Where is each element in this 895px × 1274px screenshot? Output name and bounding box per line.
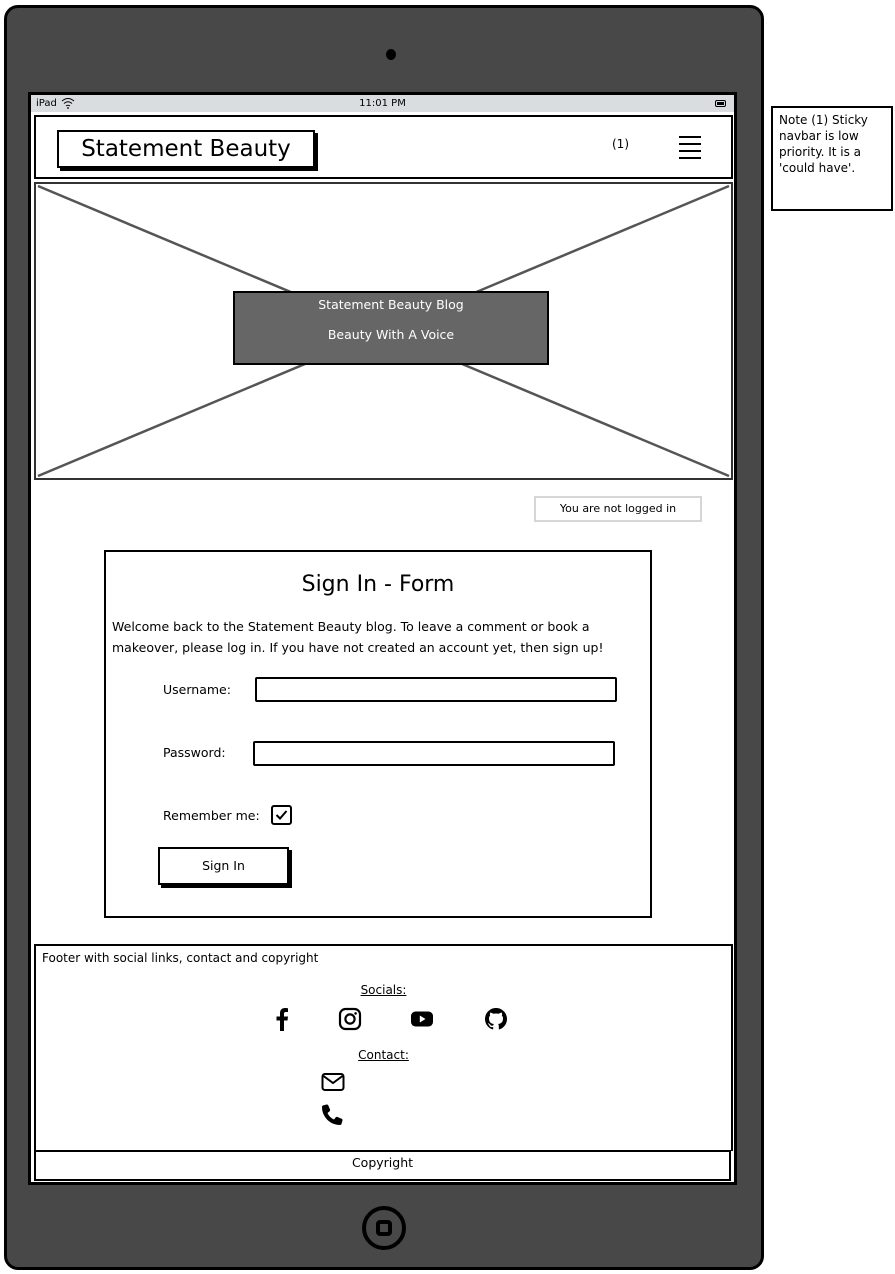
navbar: Statement Beauty (1) [34, 115, 733, 179]
username-input[interactable] [255, 677, 617, 702]
github-icon[interactable] [484, 1007, 508, 1031]
hero-image-placeholder: Statement Beauty Blog Beauty With A Voic… [34, 182, 733, 480]
login-status-badge: You are not logged in [534, 496, 702, 522]
form-title: Sign In - Form [301, 572, 455, 597]
copyright-bar: Copyright [34, 1150, 731, 1181]
note-reference: (1) [612, 137, 629, 151]
brand-logo[interactable]: Statement Beauty [57, 130, 315, 168]
hero-tagline: Beauty With A Voice [327, 327, 455, 342]
contact-heading: Contact: [358, 1048, 409, 1062]
footer: Footer with social links, contact and co… [34, 944, 733, 1151]
hero-banner: Statement Beauty Blog Beauty With A Voic… [233, 291, 549, 365]
footer-description: Footer with social links, contact and co… [42, 951, 319, 965]
password-input[interactable] [253, 741, 615, 766]
remember-me-label: Remember me: [163, 808, 260, 823]
status-time: 11:01 PM [359, 98, 406, 109]
checkmark-icon [275, 810, 288, 820]
envelope-icon[interactable] [321, 1070, 345, 1094]
socials-heading: Socials: [360, 983, 407, 997]
ipad-screen: iPad 11:01 PM Statement Beauty (1) State… [28, 92, 737, 1185]
form-intro-text: Welcome back to the Statement Beauty blo… [112, 619, 604, 655]
hero-title: Statement Beauty Blog [318, 297, 464, 312]
password-label: Password: [163, 745, 226, 760]
battery-icon [715, 100, 726, 107]
sign-in-button[interactable]: Sign In [158, 847, 289, 885]
instagram-icon[interactable] [338, 1007, 362, 1031]
hamburger-icon[interactable] [679, 136, 701, 159]
username-label: Username: [163, 682, 231, 697]
sign-in-form: Sign In - Form Welcome back to the State… [104, 550, 652, 918]
status-bar: iPad 11:01 PM [31, 95, 734, 112]
facebook-icon[interactable] [270, 1007, 294, 1031]
home-button[interactable] [362, 1206, 406, 1250]
phone-icon[interactable] [320, 1103, 344, 1127]
remember-me-checkbox[interactable] [271, 805, 292, 825]
annotation-note: Note (1) Sticky navbar is low priority. … [771, 106, 893, 211]
home-button-glyph [376, 1220, 392, 1236]
camera-icon [386, 49, 396, 60]
youtube-icon[interactable] [410, 1007, 434, 1031]
